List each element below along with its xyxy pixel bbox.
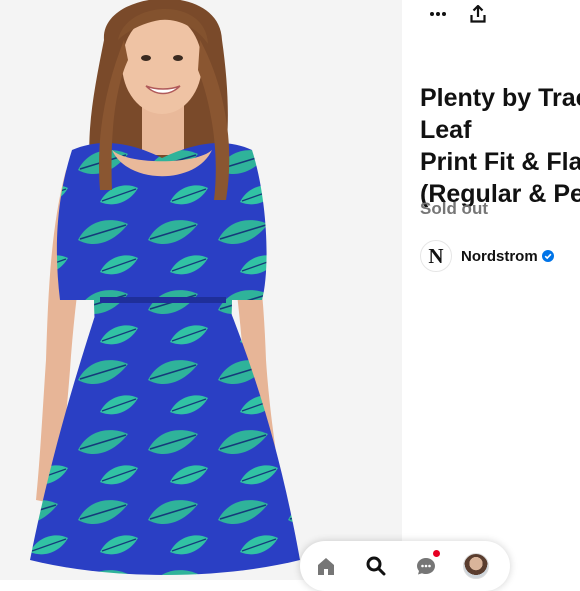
merchant-name: Nordstrom [461,247,538,265]
avatar [463,553,489,579]
merchant-link[interactable]: N Nordstrom [420,240,554,272]
more-options-icon[interactable] [426,0,450,28]
product-title: Plenty by Tracy Reese Leaf Print Fit & F… [420,84,580,208]
product-detail-panel: Plenty by Tracy Reese Leaf Print Fit & F… [402,0,580,580]
messages-icon[interactable] [413,550,440,579]
profile-avatar[interactable] [463,553,489,579]
notification-dot [433,550,440,557]
share-icon[interactable] [466,0,490,28]
availability-status: Sold out [420,199,488,218]
home-icon[interactable] [313,553,339,579]
bottom-nav-bar [300,541,510,591]
product-image[interactable] [0,0,402,580]
search-icon[interactable] [363,553,389,579]
verified-badge-icon [541,250,554,262]
dress-model-illustration [30,0,300,575]
merchant-logo: N [420,240,452,272]
